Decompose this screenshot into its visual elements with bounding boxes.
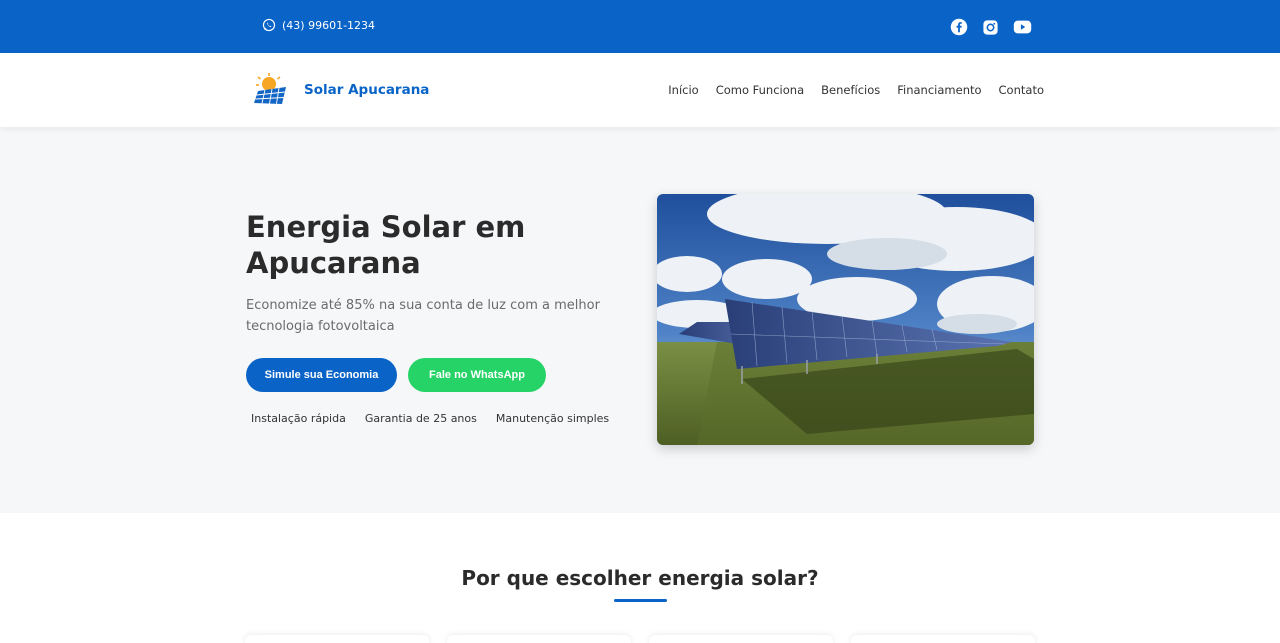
main-navigation: Solar Apucarana Início Como Funciona Ben…: [0, 53, 1280, 127]
top-bar: (43) 99601-1234: [0, 0, 1280, 53]
instagram-icon[interactable]: [982, 19, 999, 36]
solar-farm-image: [657, 194, 1034, 445]
benefit-card: [851, 635, 1035, 643]
whatsapp-button[interactable]: Fale no WhatsApp: [408, 358, 546, 392]
social-links: [950, 18, 1032, 36]
simulate-savings-button[interactable]: Simule sua Economia: [246, 358, 397, 392]
phone-number: (43) 99601-1234: [282, 18, 376, 32]
feature-maintenance: Manutenção simples: [495, 412, 610, 425]
nav-links: Início Como Funciona Benefícios Financia…: [668, 83, 1044, 97]
why-solar-section: Por que escolher energia solar?: [0, 513, 1280, 643]
title-underline: [614, 599, 667, 602]
youtube-icon[interactable]: [1013, 19, 1032, 35]
phone-contact[interactable]: (43) 99601-1234: [262, 18, 375, 32]
whatsapp-icon: [262, 18, 276, 32]
nav-link-como-funciona[interactable]: Como Funciona: [716, 83, 804, 97]
hero-features: Instalação rápida Garantia de 25 anos Ma…: [251, 412, 609, 425]
brand-logo-link[interactable]: Solar Apucarana: [252, 73, 429, 107]
hero-subtitle: Economize até 85% na sua conta de luz co…: [246, 298, 600, 334]
hero-section: Energia Solar em Apucarana Economize até…: [0, 127, 1280, 513]
brand-name: Solar Apucarana: [304, 82, 430, 98]
facebook-icon[interactable]: [950, 18, 968, 36]
nav-link-beneficios[interactable]: Benefícios: [821, 83, 880, 97]
benefit-card: [245, 635, 429, 643]
feature-warranty: Garantia de 25 anos: [364, 412, 477, 425]
solar-panel-logo-icon: [254, 73, 286, 104]
benefit-card: [447, 635, 631, 643]
feature-fast-install: Instalação rápida: [251, 412, 346, 425]
benefit-card: [649, 635, 833, 643]
nav-link-financiamento[interactable]: Financiamento: [897, 83, 981, 97]
nav-link-inicio[interactable]: Início: [668, 83, 698, 97]
nav-link-contato[interactable]: Contato: [999, 83, 1044, 97]
hero-title: Energia Solar em Apucarana: [246, 210, 526, 280]
section-title: Por que escolher energia solar?: [461, 566, 819, 590]
